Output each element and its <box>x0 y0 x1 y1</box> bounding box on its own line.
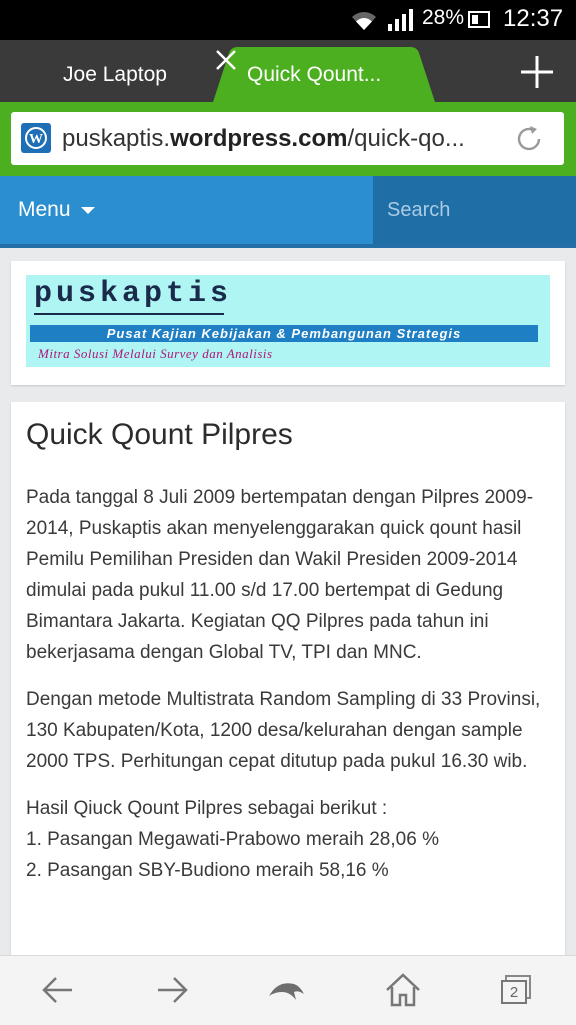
url-text[interactable]: puskaptis.wordpress.com/quick-qo... <box>62 112 465 165</box>
menu-label: Menu <box>18 198 71 221</box>
address-bar-container: W puskaptis.wordpress.com/quick-qo... <box>0 102 576 176</box>
wordpress-icon: W <box>21 123 51 153</box>
reload-icon[interactable] <box>513 123 545 155</box>
result-item: 1. Pasangan Megawati-Prabowo meraih 28,0… <box>26 829 439 850</box>
result-item: 2. Pasangan SBY-Budiono meraih 58,16 % <box>26 860 389 881</box>
tab-joe-laptop[interactable]: Joe Laptop <box>20 40 210 102</box>
address-bar[interactable]: W puskaptis.wordpress.com/quick-qo... <box>11 112 564 165</box>
results-block: Hasil Qiuck Qount Pilpres sebagai beriku… <box>26 793 552 886</box>
status-bar: 28% 12:37 <box>0 0 576 40</box>
post-paragraph: Pada tanggal 8 Juli 2009 bertempatan den… <box>26 487 534 663</box>
tabs-switcher-button[interactable]: 2 <box>496 970 536 1010</box>
clock: 12:37 <box>503 5 564 32</box>
logo-subtitle: Pusat Kajian Kebijakan & Pembangunan Str… <box>30 325 538 342</box>
logo-underline <box>34 313 224 315</box>
header-banner-card: puskaptis Pusat Kajian Kebijakan & Pemba… <box>11 261 565 385</box>
logo-tagline: Mitra Solusi Melalui Survey dan Analisis <box>38 346 273 361</box>
post-card: Quick Qount Pilpres Pada tanggal 8 Juli … <box>11 402 565 962</box>
chevron-down-icon <box>80 206 95 214</box>
site-logo[interactable]: puskaptis Pusat Kajian Kebijakan & Pemba… <box>26 275 550 367</box>
wifi-icon <box>352 12 376 30</box>
url-prefix: puskaptis. <box>62 125 171 152</box>
tab-label: Quick Qount... <box>247 63 382 86</box>
logo-title: puskaptis <box>34 277 233 311</box>
menu-button[interactable]: Menu <box>18 176 95 244</box>
close-icon[interactable] <box>213 47 239 73</box>
site-header: Menu Search <box>0 176 576 248</box>
home-icon[interactable] <box>383 970 423 1010</box>
back-arrow-icon[interactable] <box>38 970 78 1010</box>
search-input[interactable]: Search <box>373 176 576 246</box>
tab-bar: Joe Laptop Quick Qount... <box>0 40 576 102</box>
post-paragraph: Dengan metode Multistrata Random Samplin… <box>26 689 541 772</box>
tab-count: 2 <box>509 984 519 1001</box>
svg-text:W: W <box>29 132 43 147</box>
dolphin-icon[interactable] <box>266 970 306 1010</box>
url-domain: wordpress.com <box>170 125 348 152</box>
battery-icon <box>468 11 490 28</box>
forward-arrow-icon[interactable] <box>152 970 192 1010</box>
post-body: Pada tanggal 8 Juli 2009 bertempatan den… <box>26 482 552 902</box>
new-tab-plus-icon[interactable] <box>517 52 557 92</box>
post-title[interactable]: Quick Qount Pilpres <box>26 418 293 452</box>
url-suffix: /quick-qo... <box>347 125 465 152</box>
signal-icon <box>388 9 413 31</box>
bottom-toolbar: 2 <box>0 955 576 1025</box>
tab-quick-qount[interactable]: Quick Qount... <box>213 47 435 102</box>
battery-percent: 28% <box>422 6 465 29</box>
results-intro: Hasil Qiuck Qount Pilpres sebagai beriku… <box>26 798 388 819</box>
header-divider <box>0 244 576 248</box>
